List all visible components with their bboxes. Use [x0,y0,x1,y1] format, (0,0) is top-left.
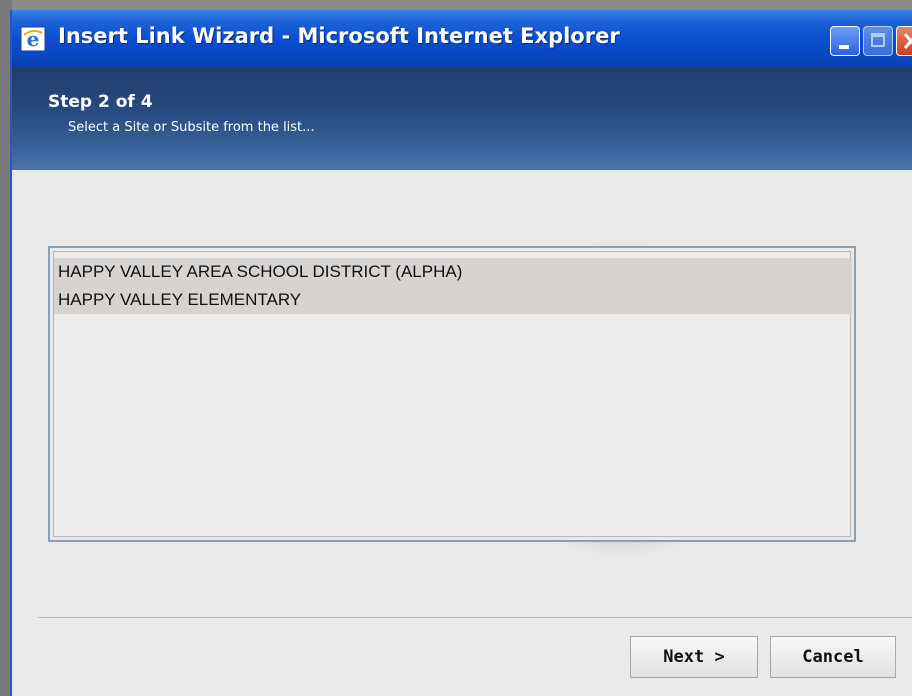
step-indicator: Step 2 of 4 [48,92,153,112]
close-button[interactable] [896,26,912,56]
minimize-button[interactable] [830,26,860,56]
desktop-edge-top [0,0,912,10]
next-button[interactable]: Next > [630,636,758,678]
maximize-icon [871,33,885,47]
maximize-button[interactable] [863,26,893,56]
wizard-window: e Insert Link Wizard - Microsoft Interne… [10,10,912,696]
title-bar[interactable]: e Insert Link Wizard - Microsoft Interne… [12,10,912,68]
site-listbox[interactable]: HAPPY VALLEY AREA SCHOOL DISTRICT (ALPHA… [48,246,856,542]
site-list-item-1[interactable]: HAPPY VALLEY ELEMENTARY [54,286,852,314]
cancel-button[interactable]: Cancel [770,636,896,678]
wizard-header: Step 2 of 4 Select a Site or Subsite fro… [12,68,912,170]
internet-explorer-icon: e [20,26,46,52]
site-list-item-0[interactable]: HAPPY VALLEY AREA SCHOOL DISTRICT (ALPHA… [54,258,852,286]
footer-divider [38,617,912,618]
step-instruction: Select a Site or Subsite from the list..… [68,120,315,135]
screen: e Insert Link Wizard - Microsoft Interne… [0,0,912,696]
site-listbox-inner: HAPPY VALLEY AREA SCHOOL DISTRICT (ALPHA… [53,251,852,537]
window-title: Insert Link Wizard - Microsoft Internet … [58,24,620,48]
minimize-icon [839,45,849,49]
close-icon [903,33,912,49]
